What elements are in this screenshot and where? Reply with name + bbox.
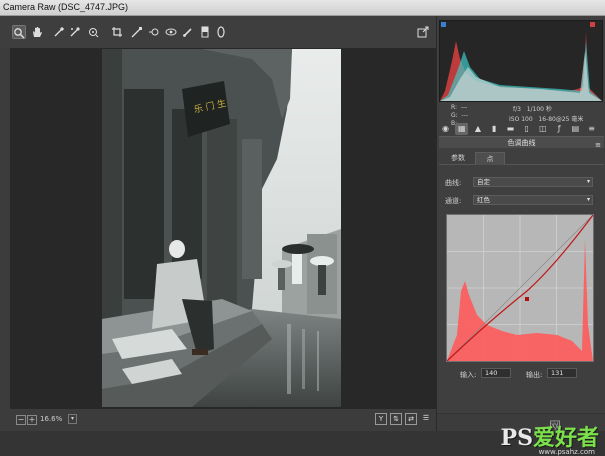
readout-r: R: ---	[451, 104, 468, 111]
graduated-filter-icon[interactable]	[198, 25, 212, 39]
tab-point[interactable]: 点	[475, 152, 505, 165]
basic-panel-icon[interactable]: ◉	[439, 123, 452, 135]
watermark-url: www.psahz.com	[538, 448, 595, 456]
spot-removal-icon[interactable]	[147, 25, 161, 39]
hand-tool-icon[interactable]	[30, 25, 44, 39]
straighten-tool-icon[interactable]	[130, 25, 144, 39]
curve-select[interactable]: 自定 ▾	[473, 177, 593, 187]
fx-panel-icon[interactable]: ƒ	[553, 123, 566, 135]
color-sampler-icon[interactable]	[68, 25, 82, 39]
copy-settings-icon[interactable]: ⇄	[405, 413, 417, 425]
swap-settings-icon[interactable]: ⇅	[390, 413, 402, 425]
red-eye-icon[interactable]	[164, 25, 178, 39]
camera-calibration-icon[interactable]: ▤	[569, 123, 582, 135]
zoom-level: 16.6%	[40, 415, 63, 423]
input-label: 输入:	[460, 371, 477, 379]
split-toning-panel-icon[interactable]: ▬	[504, 123, 517, 135]
tone-curve-graph[interactable]	[446, 214, 594, 362]
adjustment-brush-icon[interactable]	[181, 25, 195, 39]
radial-filter-icon[interactable]	[214, 25, 228, 39]
channel-select[interactable]: 红色 ▾	[473, 195, 593, 205]
effects-panel-icon[interactable]: ◫	[536, 123, 549, 135]
window-title: Camera Raw (DSC_4747.JPG)	[3, 2, 129, 12]
histogram	[439, 20, 603, 102]
exif-aperture-shutter: f/3 1/100 秒	[513, 106, 552, 113]
zoom-in-button[interactable]: +	[27, 415, 37, 425]
zoom-out-button[interactable]: −	[16, 415, 26, 425]
tab-parametric[interactable]: 参数	[443, 152, 473, 165]
zoom-dropdown[interactable]: ▾	[68, 414, 77, 424]
preview-photo: 乐 门 生	[102, 49, 341, 407]
output-label: 输出:	[526, 371, 543, 379]
right-panel: R: --- G: --- B: --- f/3 1/100 秒 ISO 100…	[436, 16, 605, 431]
readout-g: G: ---	[451, 112, 468, 119]
chevron-down-icon: ▾	[586, 196, 590, 203]
white-balance-icon[interactable]	[52, 25, 66, 39]
before-after-y-icon[interactable]: Y	[375, 413, 387, 425]
lens-panel-icon[interactable]: ▯	[520, 123, 533, 135]
zoom-tool-icon[interactable]	[12, 25, 26, 39]
tone-curve-panel-icon[interactable]: ▦	[455, 123, 469, 135]
toggle-settings-icon[interactable]: ☰	[420, 413, 432, 425]
window-titlebar: Camera Raw (DSC_4747.JPG)	[0, 0, 605, 16]
curve-tabs: 参数 点	[439, 152, 604, 165]
panel-icons: ◉ ▦ ▲ ▮ ▬ ▯ ◫ ƒ ▤ ≡ ☰	[439, 123, 604, 145]
panel-title: 色调曲线 ≡	[439, 136, 604, 151]
presets-panel-icon[interactable]: ≡	[585, 123, 598, 135]
target-adjustment-icon[interactable]	[86, 25, 100, 39]
open-preferences-icon[interactable]	[416, 25, 430, 39]
crop-tool-icon[interactable]	[110, 25, 124, 39]
status-bar: − + 16.6% ▾ Y ⇅ ⇄ ☰	[0, 409, 436, 431]
chevron-down-icon: ▾	[586, 178, 590, 185]
preview-canvas[interactable]: 乐 门 生	[10, 48, 436, 409]
detail-panel-icon[interactable]: ▲	[471, 123, 484, 135]
exif-iso-lens: ISO 100 16-80@25 毫米	[509, 116, 584, 123]
curve-label: 曲线:	[445, 179, 462, 187]
hsl-panel-icon[interactable]: ▮	[488, 123, 501, 135]
panel-menu-icon[interactable]: ≡	[595, 139, 601, 151]
output-value-field[interactable]: 131	[547, 368, 577, 378]
toolbar	[0, 16, 436, 48]
channel-label: 通道:	[445, 197, 462, 205]
input-value-field[interactable]: 140	[481, 368, 511, 378]
